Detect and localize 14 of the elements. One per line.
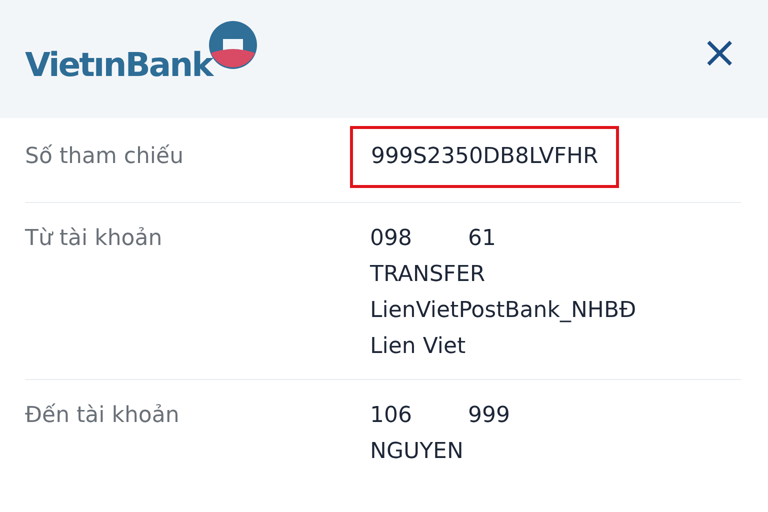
field-label: Từ tài khoản (25, 225, 164, 253)
field-value: 106 (370, 402, 412, 430)
field-value: LienVietPostBank_NHBĐ (370, 297, 636, 325)
field-value: TRANSFER (370, 261, 486, 289)
field-value: NGUYEN (370, 438, 464, 466)
close-button[interactable]: × (701, 31, 738, 75)
field-value: 999S2350DB8LVFHR (371, 143, 598, 171)
field-value: Lien Viet (370, 333, 466, 361)
field-value: 999 (468, 402, 510, 430)
field-value: 098 (370, 225, 412, 253)
logo-text: VietınBank (25, 45, 212, 84)
field-value: 61 (468, 225, 496, 253)
field-label: Đến tài khoản (25, 402, 180, 430)
field-label: Số tham chiếu (25, 143, 185, 171)
